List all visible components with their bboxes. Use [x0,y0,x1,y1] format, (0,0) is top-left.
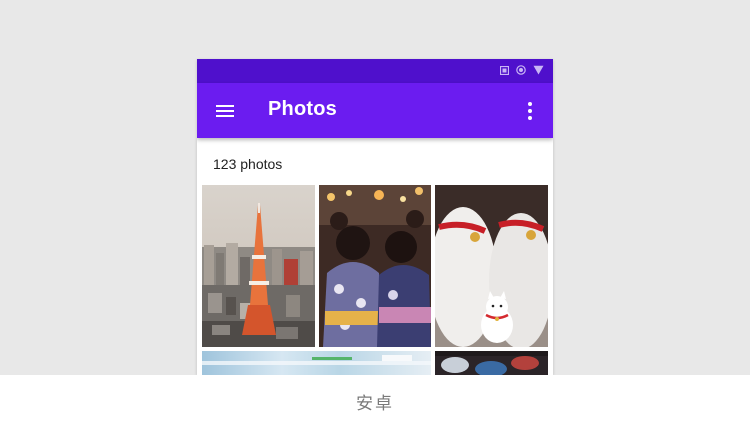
triangle-icon [533,65,544,75]
footer-caption-bar: 安卓 [0,375,750,428]
platform-caption: 安卓 [356,394,394,414]
photo-count: 123 photos [213,156,283,172]
photo-thumbnail[interactable] [202,351,431,375]
status-icons [500,65,544,75]
app-bar: Photos [197,83,553,138]
more-vertical-icon[interactable] [523,100,537,122]
hamburger-menu-icon[interactable] [214,100,236,122]
photo-thumbnail[interactable] [319,185,431,347]
photo-thumbnail[interactable] [435,185,548,347]
preview-stage: Photos 123 photos [0,0,750,375]
photo-thumbnail[interactable] [435,351,548,375]
app-title: Photos [268,98,337,120]
square-icon [500,65,509,75]
phone-screen: Photos 123 photos [197,59,553,375]
circle-icon [516,65,526,75]
status-bar [197,59,553,83]
photo-thumbnail[interactable] [202,185,315,347]
